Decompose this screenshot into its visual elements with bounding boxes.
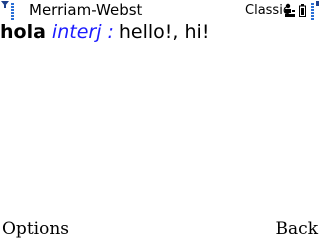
signal-strength-icon [1,1,14,20]
entry-separator: : [107,21,114,43]
battery-icon [299,4,306,17]
definition: hello!, hi! [118,21,210,43]
headword: hola [0,21,46,43]
softkey-bar: Options Back [0,218,320,240]
dictionary-entry: hola interj: hello!, hi! [0,20,320,44]
profile-icon [285,3,295,17]
app-title: Merriam-Webst [29,1,143,19]
status-bar: Merriam-Webst Classic [0,0,320,20]
part-of-speech: interj [51,21,102,43]
battery-level-icon [311,1,319,20]
phone-screen: Merriam-Webst Classic hola interj: hello!,… [0,0,320,240]
options-softkey[interactable]: Options [2,218,69,240]
back-softkey[interactable]: Back [276,218,318,240]
title-fade [138,0,154,20]
